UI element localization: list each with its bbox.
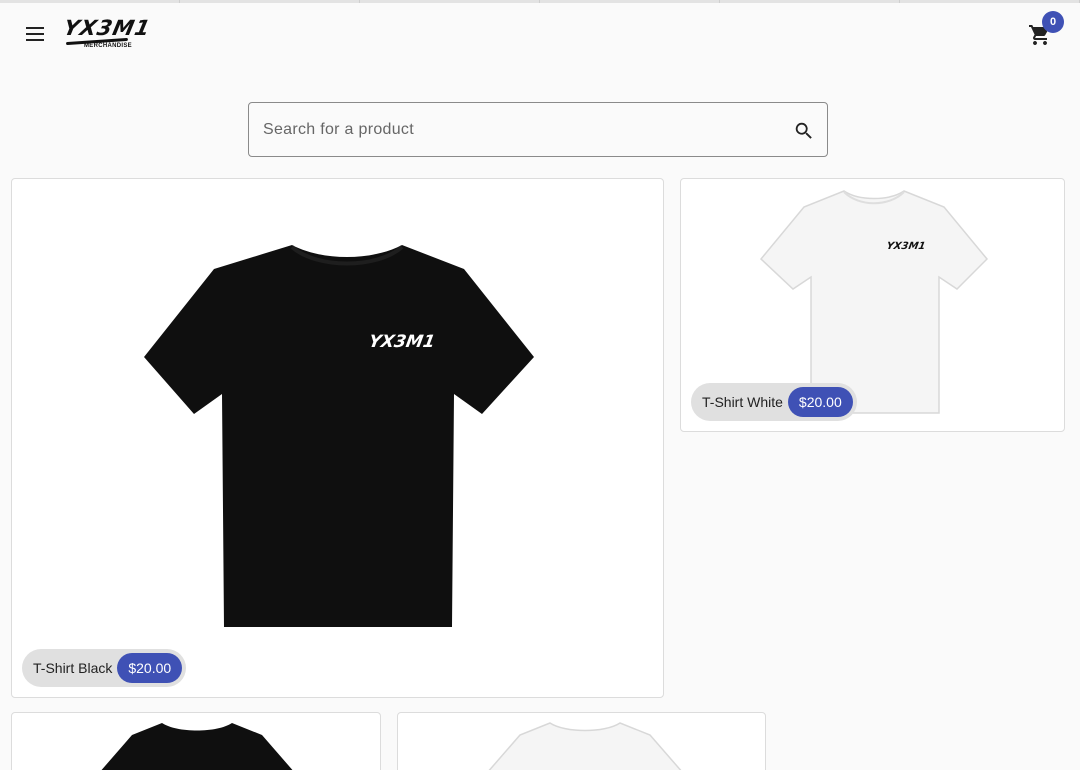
tshirt-black-image bbox=[101, 723, 293, 770]
tshirt-white-image bbox=[488, 722, 682, 770]
svg-text:YX3M1: YX3M1 bbox=[367, 332, 436, 352]
product-name: T-Shirt White bbox=[702, 394, 783, 410]
product-label-chip[interactable]: T-Shirt White $20.00 bbox=[691, 383, 857, 421]
product-card[interactable] bbox=[11, 712, 381, 770]
search-input[interactable] bbox=[263, 103, 783, 156]
cart-count-badge: 0 bbox=[1042, 11, 1064, 33]
brand-subtitle: MERCHANDISE bbox=[84, 43, 132, 49]
search-icon[interactable] bbox=[793, 120, 815, 142]
product-name: T-Shirt Black bbox=[33, 660, 113, 676]
brand-logo[interactable]: YX3M1 MERCHANDISE bbox=[61, 16, 153, 52]
cart-button[interactable]: 0 bbox=[1028, 11, 1064, 47]
product-price: $20.00 bbox=[787, 387, 853, 417]
product-card[interactable]: YX3M1 T-Shirt Black $20.00 bbox=[11, 178, 664, 698]
svg-text:YX3M1: YX3M1 bbox=[886, 241, 927, 252]
brand-wordmark: YX3M1 bbox=[61, 16, 154, 40]
product-price: $20.00 bbox=[117, 653, 183, 683]
tshirt-black-image: YX3M1 bbox=[144, 245, 534, 627]
search-bar bbox=[248, 102, 828, 157]
product-label-chip[interactable]: T-Shirt Black $20.00 bbox=[22, 649, 187, 687]
product-card[interactable] bbox=[397, 712, 766, 770]
product-card[interactable]: YX3M1 T-Shirt White $20.00 bbox=[680, 178, 1065, 432]
app-header: YX3M1 MERCHANDISE 0 bbox=[0, 3, 1080, 65]
menu-icon[interactable] bbox=[22, 22, 48, 46]
